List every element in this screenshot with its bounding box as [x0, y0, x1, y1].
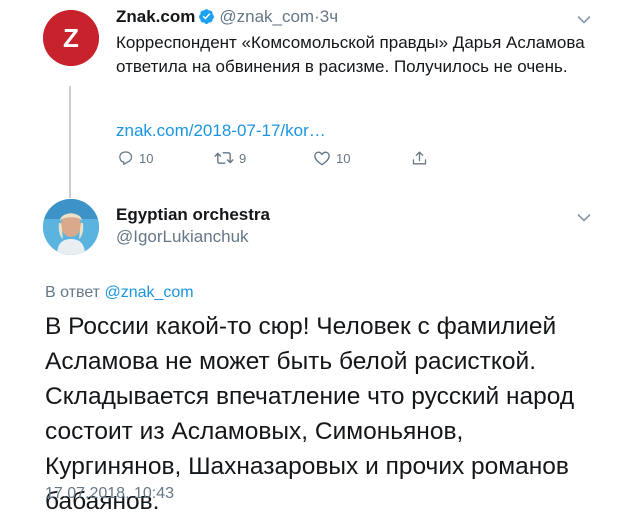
like-icon — [314, 151, 330, 166]
svg-text:Z: Z — [63, 23, 79, 53]
retweet-icon — [214, 152, 234, 164]
parent-chevron-down-icon[interactable] — [577, 12, 591, 30]
znak-logo-icon: Z — [43, 10, 99, 66]
in-reply-to-line: В ответ @znak_com — [45, 282, 194, 304]
like-count: 10 — [336, 150, 351, 166]
thread-connector-line — [69, 86, 71, 198]
parent-timestamp[interactable]: 3ч — [320, 7, 338, 26]
reply-author-avatar[interactable] — [43, 199, 99, 255]
avatar-photo — [43, 199, 99, 255]
retweet-action[interactable]: 9 — [214, 150, 246, 166]
parent-tweet-link[interactable]: znak.com/2018-07-17/kor… — [116, 120, 326, 142]
share-icon — [412, 151, 427, 165]
reply-count: 10 — [139, 150, 154, 166]
znak-avatar[interactable]: Z — [43, 10, 99, 66]
verified-badge-icon — [198, 8, 215, 31]
retweet-count: 9 — [239, 150, 247, 166]
parent-tweet-text: Корреспондент «Комсомольской правды» Дар… — [116, 33, 585, 76]
reply-timestamp[interactable]: 17.07.2018, 10:43 — [45, 483, 174, 505]
reply-chevron-down-icon[interactable] — [577, 210, 591, 228]
reply-author-name[interactable]: Egyptian orchestra — [116, 204, 270, 226]
reply-action[interactable]: 10 — [117, 150, 153, 166]
in-reply-handle-link[interactable]: @znak_com — [104, 284, 193, 301]
share-action[interactable] — [411, 150, 428, 167]
parent-author-name[interactable]: Znak.com — [116, 7, 195, 26]
in-reply-prefix: В ответ — [45, 284, 101, 301]
like-action[interactable]: 10 — [313, 150, 350, 166]
parent-handle[interactable]: @znak_com — [219, 7, 314, 26]
reply-author-handle[interactable]: @IgorLukianchuk — [116, 226, 249, 248]
reply-icon — [119, 151, 133, 166]
parent-tweet-header: Znak.com @znak_com·3ч — [116, 6, 338, 31]
